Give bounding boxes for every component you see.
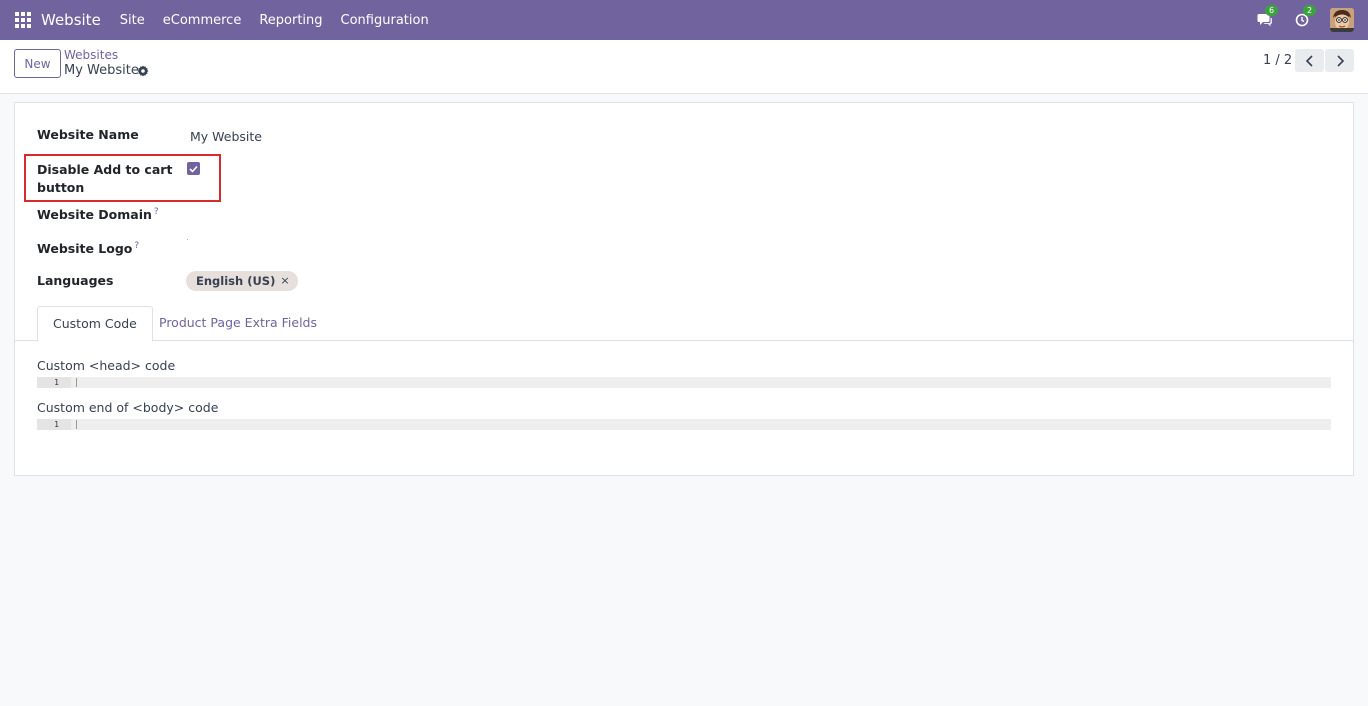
app-brand[interactable]: Website xyxy=(41,11,101,29)
chevron-left-icon xyxy=(1305,54,1313,67)
pager-previous-button[interactable] xyxy=(1295,49,1324,72)
menu-reporting[interactable]: Reporting xyxy=(259,13,322,28)
website-logo-label-text: Website Logo xyxy=(37,241,133,257)
menu-site[interactable]: Site xyxy=(120,13,145,28)
disable-cart-label-line1: Disable Add to cart xyxy=(37,162,173,177)
form-sheet: Website Name My Website Disable Add to c… xyxy=(14,102,1354,476)
website-domain-help-icon[interactable]: ? xyxy=(154,207,159,217)
breadcrumb-websites[interactable]: Websites xyxy=(64,48,118,62)
pager-next-button[interactable] xyxy=(1325,49,1354,72)
new-button[interactable]: New xyxy=(14,49,61,78)
notebook-tabs: Custom Code Product Page Extra Fields xyxy=(15,306,1353,342)
pager-value[interactable]: 1 / 2 xyxy=(1263,53,1292,68)
text-cursor xyxy=(76,378,77,387)
remove-tag-icon[interactable]: × xyxy=(280,271,289,291)
website-domain-label-text: Website Domain xyxy=(37,207,152,223)
disable-cart-checkbox[interactable] xyxy=(187,162,200,175)
gear-icon[interactable] xyxy=(137,65,149,77)
tab-product-page-extra-fields[interactable]: Product Page Extra Fields xyxy=(144,306,332,341)
website-logo-help-icon[interactable]: ? xyxy=(134,241,139,251)
website-domain-label: Website Domain? xyxy=(37,207,159,222)
top-navbar: Website Site eCommerce Reporting Configu… xyxy=(0,0,1368,40)
apps-grid-icon[interactable] xyxy=(15,12,31,28)
custom-body-code-editor[interactable]: 1 xyxy=(37,419,1331,430)
chevron-right-icon xyxy=(1336,54,1344,67)
text-cursor xyxy=(76,420,77,429)
disable-cart-label: Disable Add to cart button xyxy=(37,162,172,199)
website-logo-image[interactable] xyxy=(187,239,188,240)
activities-button[interactable]: 2 xyxy=(1292,5,1316,30)
disable-cart-label-line2: button xyxy=(37,180,85,195)
website-name-label: Website Name xyxy=(37,127,139,142)
control-panel: New Websites My Website 1 / 2 xyxy=(0,40,1368,94)
tab-custom-code[interactable]: Custom Code xyxy=(37,306,153,342)
breadcrumb-current: My Website xyxy=(64,63,139,78)
check-icon xyxy=(189,165,198,173)
systray: 6 2 xyxy=(1254,0,1354,40)
custom-head-code-label: Custom <head> code xyxy=(37,358,176,373)
user-avatar[interactable] xyxy=(1330,8,1354,32)
language-tag: English (US) × xyxy=(186,271,298,291)
messages-badge: 6 xyxy=(1265,5,1278,16)
menu-ecommerce[interactable]: eCommerce xyxy=(163,13,242,28)
website-name-field[interactable]: My Website xyxy=(190,129,262,144)
language-tag-label: English (US) xyxy=(196,274,276,288)
custom-body-code-label: Custom end of <body> code xyxy=(37,400,219,415)
avatar-face-icon xyxy=(1330,8,1354,32)
custom-head-code-editor[interactable]: 1 xyxy=(37,377,1331,388)
website-logo-label: Website Logo? xyxy=(37,241,139,256)
activities-badge: 2 xyxy=(1303,5,1316,16)
menu-configuration[interactable]: Configuration xyxy=(341,13,429,28)
line-number: 1 xyxy=(37,419,71,430)
languages-label: Languages xyxy=(37,273,114,288)
line-number: 1 xyxy=(37,377,71,388)
messages-button[interactable]: 6 xyxy=(1254,5,1278,30)
